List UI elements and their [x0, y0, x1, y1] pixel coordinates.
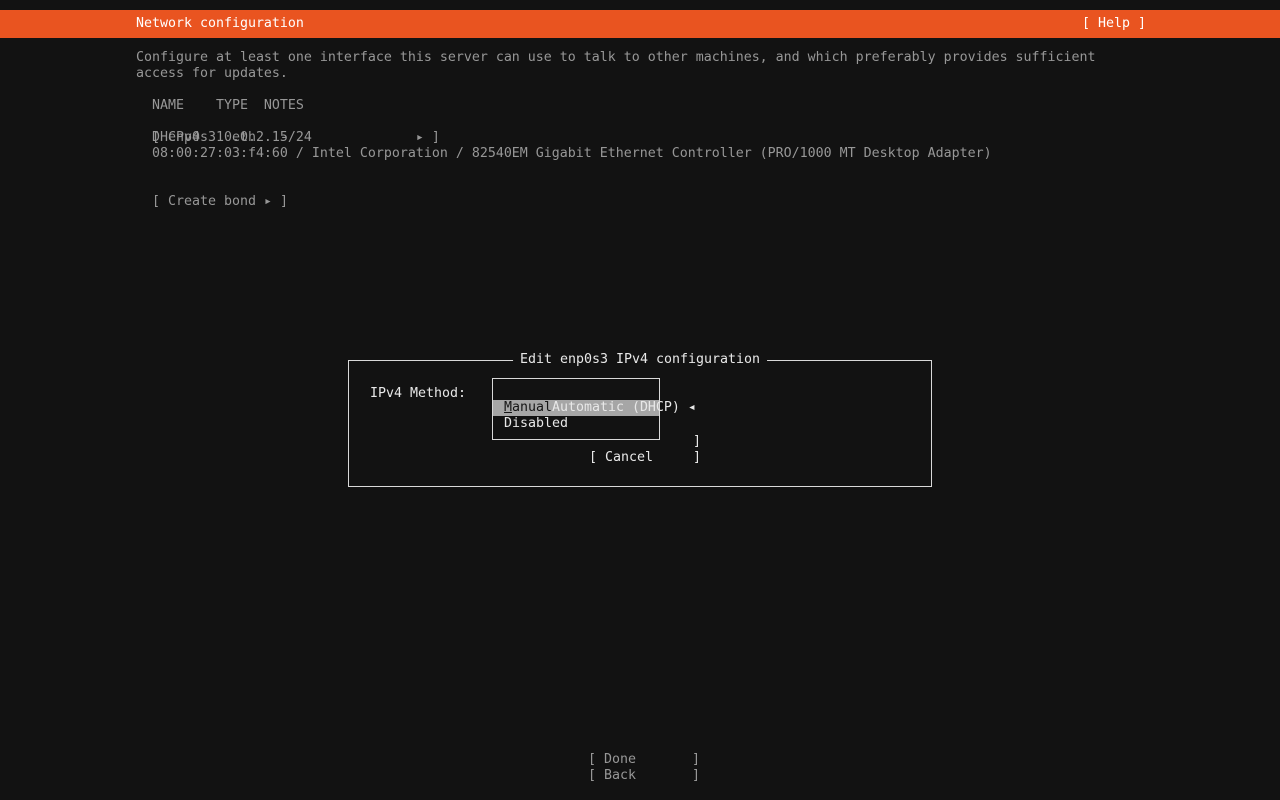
interface-dhcp-address: DHCPv4 10.0.2.15/24 [136, 130, 312, 145]
interface-columns-header: NAME TYPE NOTES [136, 98, 304, 113]
expand-arrow-icon: ▸ [415, 130, 424, 145]
interface-mac-info: 08:00:27:03:f4:60 / Intel Corporation / … [136, 146, 992, 161]
interface-row-close-bracket: ] [423, 130, 440, 145]
done-button[interactable]: [ Done ] [588, 752, 700, 768]
cancel-button[interactable]: [ Cancel ] [589, 450, 701, 466]
header-bar: Network configuration [ Help ] [0, 10, 1280, 38]
create-bond-button[interactable]: [ Create bond ▸ ] [136, 178, 288, 210]
create-bond-label: [ Create bond [152, 194, 264, 209]
dropdown-option-disabled[interactable]: Disabled [493, 416, 659, 432]
create-bond-close-bracket: ] [271, 194, 288, 209]
page-title: Network configuration [136, 16, 304, 31]
dropdown-option-automatic-dhcp[interactable]: Automatic (DHCP) ◂ [493, 384, 696, 415]
help-button[interactable]: [ Help ] [1082, 10, 1146, 38]
back-button[interactable]: [ Back ] [588, 768, 700, 784]
selected-indicator-icon: ◂ [687, 400, 696, 415]
dialog-title: Edit enp0s3 IPv4 configuration [513, 352, 767, 368]
intro-line-1: Configure at least one interface this se… [136, 50, 1096, 65]
ipv4-method-label: IPv4 Method: [370, 386, 466, 401]
intro-line-2: access for updates. [136, 66, 288, 81]
submenu-arrow-icon: ▸ [263, 194, 272, 209]
dropdown-option-label: Automatic (DHCP) [551, 400, 680, 415]
ipv4-method-dropdown[interactable]: Automatic (DHCP) ◂ Manual Disabled [492, 378, 696, 440]
edit-ipv4-dialog: Edit enp0s3 IPv4 configuration IPv4 Meth… [348, 352, 932, 487]
